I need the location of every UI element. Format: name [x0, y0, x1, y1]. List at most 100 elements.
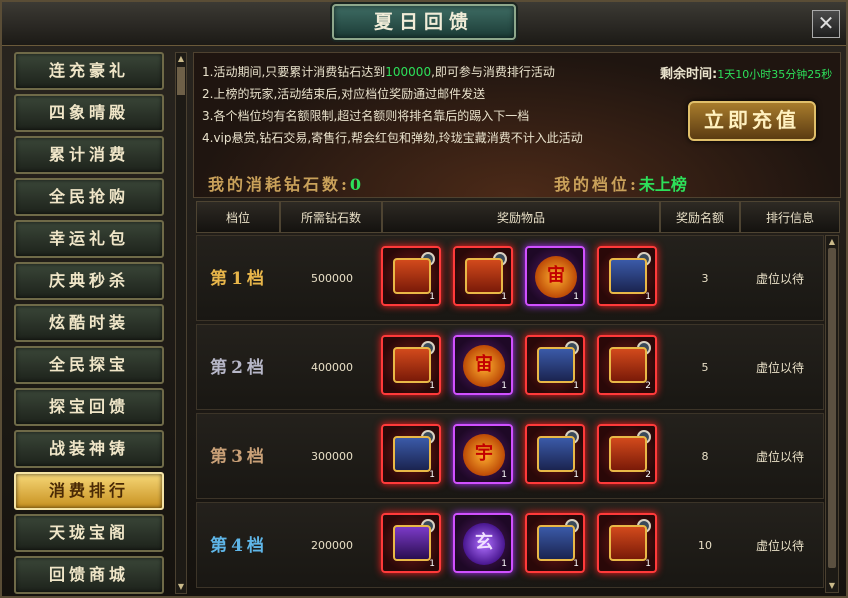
tier-label: 第4档 [210, 536, 268, 556]
menu-item[interactable]: 回馈商城 [14, 556, 164, 594]
item-count: 1 [573, 381, 579, 391]
item-count: 1 [501, 470, 507, 480]
header-ranking: 排行信息 [740, 201, 840, 233]
item-count: 1 [429, 559, 435, 569]
header-quota: 奖励名额 [660, 201, 740, 233]
my-tier: 我的档位:未上榜 [554, 171, 687, 195]
reward-slot[interactable]: 宙1 [525, 246, 585, 306]
my-tier-value: 未上榜 [638, 175, 687, 194]
menu-item[interactable]: 累计消费 [14, 136, 164, 174]
item-count: 1 [429, 470, 435, 480]
menu-scrollbar[interactable]: ▲ ▼ [175, 52, 187, 594]
my-spent-label: 我的消耗钻石数: [208, 175, 350, 194]
reward-slot[interactable]: 1 [525, 424, 585, 484]
reward-quota: 8 [701, 450, 709, 463]
rule-line-2: 2.上榜的玩家,活动结束后,对应档位奖励通过邮件发送 [202, 87, 486, 101]
menu-item[interactable]: 炫酷时装 [14, 304, 164, 342]
my-spent-diamonds: 我的消耗钻石数:0 [208, 171, 361, 195]
item-count: 1 [429, 381, 435, 391]
item-count: 1 [645, 292, 651, 302]
rule-line-4: 4.vip悬赏,钻石交易,寄售行,帮会红包和弹劾,玲珑宝藏消费不计入此活动 [202, 131, 583, 145]
scroll-up-arrow-icon[interactable]: ▲ [826, 236, 838, 248]
menu-item[interactable]: 全民抢购 [14, 178, 164, 216]
item-count: 1 [573, 292, 579, 302]
ranking-info: 虚位以待 [755, 272, 804, 286]
required-diamonds: 200000 [311, 539, 353, 552]
reward-slot[interactable]: 1 [381, 513, 441, 573]
rule-text: 1.活动期间,只要累计消费钻石达到 [202, 65, 386, 79]
activity-info-panel: 1.活动期间,只要累计消费钻石达到100000,即可参与消费排行活动 2.上榜的… [193, 52, 841, 198]
menu-item[interactable]: 四象晴殿 [14, 94, 164, 132]
table-header: 档位 所需钻石数 奖励物品 奖励名额 排行信息 [196, 201, 840, 233]
treasure-chest-icon [393, 525, 431, 561]
rune-icon: 宙 [535, 256, 577, 298]
reward-slot[interactable]: 2 [597, 424, 657, 484]
rune-icon: 宇 [463, 434, 505, 476]
reward-slot[interactable]: 1 [381, 335, 441, 395]
activity-menu: 连充豪礼四象晴殿累计消费全民抢购幸运礼包庆典秒杀炫酷时装全民探宝探宝回馈战装神铸… [10, 52, 170, 594]
menu-item[interactable]: 天珑宝阁 [14, 514, 164, 552]
menu-item[interactable]: 连充豪礼 [14, 52, 164, 90]
rule-threshold: 100000 [385, 65, 432, 79]
item-count: 1 [501, 381, 507, 391]
treasure-chest-icon [393, 258, 431, 294]
scroll-thumb[interactable] [828, 248, 836, 568]
menu-item[interactable]: 探宝回馈 [14, 388, 164, 426]
item-count: 1 [645, 559, 651, 569]
menu-item[interactable]: 庆典秒杀 [14, 262, 164, 300]
my-spent-value: 0 [349, 175, 362, 194]
menu-item[interactable]: 幸运礼包 [14, 220, 164, 258]
item-count: 1 [501, 292, 507, 302]
reward-slot[interactable]: 1 [597, 246, 657, 306]
treasure-chest-icon [393, 347, 431, 383]
tier-label: 第1档 [210, 269, 268, 289]
ranking-info: 虚位以待 [755, 361, 804, 375]
menu-item[interactable]: 战装神铸 [14, 430, 164, 468]
remaining-time-value: 1天10小时35分钟25秒 [717, 68, 833, 81]
item-count: 1 [573, 470, 579, 480]
rule-line-3: 3.各个档位均有名额限制,超过名额则将排名靠后的踢入下一档 [202, 109, 530, 123]
menu-item[interactable]: 全民探宝 [14, 346, 164, 384]
close-button[interactable]: ✕ [812, 10, 840, 38]
tier-label: 第3档 [210, 447, 268, 467]
reward-quota: 10 [698, 539, 712, 552]
reward-slot[interactable]: 玄1 [453, 513, 513, 573]
reward-slot[interactable]: 1 [381, 246, 441, 306]
reward-quota: 3 [701, 272, 709, 285]
my-tier-label: 我的档位: [554, 175, 639, 194]
item-count: 2 [645, 381, 651, 391]
treasure-chest-icon [537, 525, 575, 561]
remaining-time: 剩余时间:1天10小时35分钟25秒 [660, 63, 832, 82]
reward-slot[interactable]: 1 [597, 513, 657, 573]
scroll-down-arrow-icon[interactable]: ▼ [826, 580, 838, 592]
menu-item[interactable]: 消费排行 [14, 472, 164, 510]
reward-slot[interactable]: 宙1 [453, 335, 513, 395]
required-diamonds: 400000 [311, 361, 353, 374]
table-row: 第2档 400000 1 宙 1 1 2 5 虚位以待 [196, 324, 824, 410]
required-diamonds: 300000 [311, 450, 353, 463]
item-count: 1 [429, 292, 435, 302]
scroll-up-arrow-icon[interactable]: ▲ [176, 53, 186, 65]
reward-slot[interactable]: 1 [381, 424, 441, 484]
activity-rules: 1.活动期间,只要累计消费钻石达到100000,即可参与消费排行活动 2.上榜的… [202, 61, 583, 149]
summer-feedback-window: 夏日回馈 ✕ 连充豪礼四象晴殿累计消费全民抢购幸运礼包庆典秒杀炫酷时装全民探宝探… [0, 0, 848, 598]
reward-slot[interactable]: 1 [525, 335, 585, 395]
reward-slot[interactable]: 1 [525, 513, 585, 573]
treasure-chest-icon [609, 436, 647, 472]
title-bar: 夏日回馈 ✕ [2, 2, 846, 46]
treasure-chest-icon [537, 347, 575, 383]
rune-icon: 宙 [463, 345, 505, 387]
tier-label: 第2档 [210, 358, 268, 378]
reward-slot[interactable]: 1 [453, 246, 513, 306]
item-count: 1 [573, 559, 579, 569]
scroll-down-arrow-icon[interactable]: ▼ [176, 581, 186, 593]
reward-slot[interactable]: 宇1 [453, 424, 513, 484]
required-diamonds: 500000 [311, 272, 353, 285]
treasure-chest-icon [393, 436, 431, 472]
scroll-thumb[interactable] [177, 67, 185, 95]
treasure-chest-icon [465, 258, 503, 294]
table-row: 第3档 300000 1 宇 1 1 2 8 虚位以待 [196, 413, 824, 499]
recharge-now-button[interactable]: 立即充值 [688, 101, 816, 141]
table-scrollbar[interactable]: ▲ ▼ [825, 235, 839, 593]
reward-slot[interactable]: 2 [597, 335, 657, 395]
